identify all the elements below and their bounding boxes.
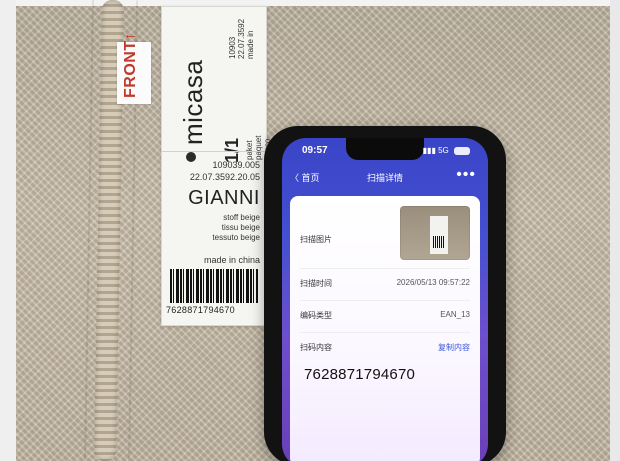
thumbnail-label — [430, 216, 448, 254]
barcode-graphic — [170, 269, 258, 303]
smartphone: 09:57 ▮▮▮ 5G 〈 首页 扫描详情 ••• 扫描图片 扫描时间 202… — [264, 126, 506, 461]
barcode-number: 7628871794670 — [166, 305, 235, 315]
divider-2 — [300, 300, 470, 301]
row-code-type: 编码类型 EAN_13 — [300, 306, 470, 328]
scan-content-value: 7628871794670 — [304, 366, 416, 383]
label-codes: 109039.005 22.07.3592.20.05 — [190, 159, 260, 183]
scan-image-label: 扫描图片 — [300, 235, 332, 244]
scan-detail-card: 扫描图片 扫描时间 2026/05/13 09:57:22 编码类型 EAN_1… — [290, 196, 480, 461]
scan-image-thumbnail[interactable] — [400, 206, 470, 260]
origin: made in china — [203, 255, 260, 265]
row-scan-time: 扫描时间 2026/05/13 09:57:22 — [300, 274, 470, 296]
package-word-2: paquet — [254, 135, 263, 160]
divider-3 — [300, 332, 470, 333]
signal-icon: ▮▮▮ — [422, 146, 436, 155]
package-word-1: paket — [245, 120, 254, 160]
phone-screen: 09:57 ▮▮▮ 5G 〈 首页 扫描详情 ••• 扫描图片 扫描时间 202… — [282, 138, 488, 461]
fabric-lines: stoff beige tissu beige tessuto beige — [212, 213, 260, 243]
code-type-value: EAN_13 — [440, 310, 470, 319]
left-white-edge — [0, 0, 16, 461]
item-code: 22.07.3592.20.05 — [189, 172, 260, 182]
brand-area: micasa 1/1 paket paquet pacco — [172, 25, 272, 163]
scan-content-label: 扫码内容 — [300, 343, 332, 352]
front-tag: FRONT↑ — [117, 32, 151, 104]
app-nav-bar: 〈 首页 扫描详情 ••• — [282, 164, 488, 192]
right-white-edge — [610, 0, 620, 461]
background-photo: FRONT↑ 10903 22.07.3592 made in micasa 1… — [0, 0, 620, 461]
brand-name: micasa — [178, 59, 208, 145]
label-top-code-line3: made in — [246, 30, 255, 59]
fabric-line-1: stoff beige — [223, 213, 260, 222]
network-type: 5G — [438, 146, 449, 155]
product-name: GIANNI — [188, 187, 260, 209]
code-type-label: 编码类型 — [300, 311, 332, 320]
battery-icon — [454, 146, 470, 155]
status-time: 09:57 — [302, 145, 328, 156]
status-indicators: ▮▮▮ 5G — [423, 146, 470, 155]
fabric-line-2: tissu beige — [221, 223, 260, 232]
product-label: 10903 22.07.3592 made in micasa 1/1 pake… — [161, 6, 272, 326]
copy-content-button[interactable]: 复制内容 — [438, 342, 470, 353]
divider-1 — [300, 268, 470, 269]
scan-time-label: 扫描时间 — [300, 279, 332, 288]
fabric-line-3: tessuto beige — [212, 233, 260, 242]
phone-notch — [346, 138, 424, 160]
more-button[interactable]: ••• — [456, 166, 476, 184]
label-divider — [162, 151, 266, 152]
front-tag-text: FRONT↑ — [122, 31, 139, 98]
thumbnail-barcode-icon — [433, 236, 445, 248]
article-number: 109039.005 — [212, 160, 260, 170]
scan-time-value: 2026/05/13 09:57:22 — [396, 278, 470, 287]
